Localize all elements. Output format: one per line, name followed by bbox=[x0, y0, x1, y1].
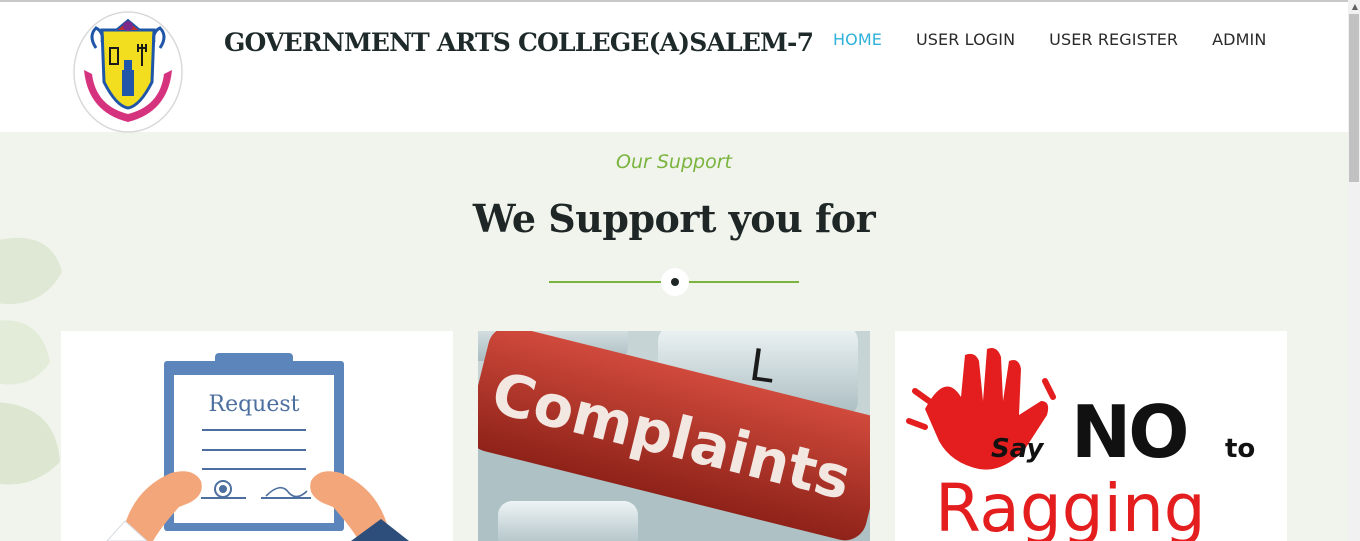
no-text: NO bbox=[1071, 390, 1186, 474]
request-text: Request bbox=[209, 392, 300, 417]
scroll-thumb[interactable] bbox=[1349, 14, 1359, 182]
ragging-text: Ragging bbox=[935, 470, 1206, 541]
scroll-up-arrow-icon[interactable]: ▲ bbox=[1352, 2, 1358, 11]
nav-user-register[interactable]: USER REGISTER bbox=[1049, 30, 1178, 49]
page-scrollbar[interactable]: ▲ bbox=[1348, 0, 1360, 541]
support-card-complaints[interactable]: L Complaints bbox=[478, 331, 870, 541]
divider-line-right bbox=[689, 281, 799, 283]
support-card-ragging[interactable]: Say NO to Ragging bbox=[895, 331, 1287, 541]
request-clipboard-icon: Request bbox=[106, 353, 409, 541]
support-card-request[interactable]: Request bbox=[61, 331, 453, 541]
divider-ornament bbox=[661, 268, 689, 296]
red-hand-icon: Say NO to Ragging bbox=[906, 348, 1255, 541]
decorative-leaf-icon bbox=[0, 237, 62, 485]
nav-home[interactable]: HOME bbox=[833, 30, 882, 49]
college-name: GOVERNMENT ARTS COLLEGE(A)SALEM-7 bbox=[224, 28, 814, 57]
nav-user-login[interactable]: USER LOGIN bbox=[916, 30, 1015, 49]
main-nav: HOME USER LOGIN USER REGISTER ADMIN bbox=[833, 30, 1266, 49]
complaints-keyboard-icon: L Complaints bbox=[478, 331, 870, 541]
divider-dot bbox=[671, 278, 679, 286]
divider-line-left bbox=[549, 281, 661, 283]
say-text: Say bbox=[991, 434, 1044, 464]
to-text: to bbox=[1225, 434, 1255, 464]
college-emblem-icon[interactable] bbox=[72, 8, 184, 134]
nav-admin[interactable]: ADMIN bbox=[1212, 30, 1266, 49]
section-kicker: Our Support bbox=[616, 151, 732, 173]
site-header: GOVERNMENT ARTS COLLEGE(A)SALEM-7 HOME U… bbox=[0, 2, 1348, 134]
section-title: We Support you for bbox=[472, 196, 876, 241]
